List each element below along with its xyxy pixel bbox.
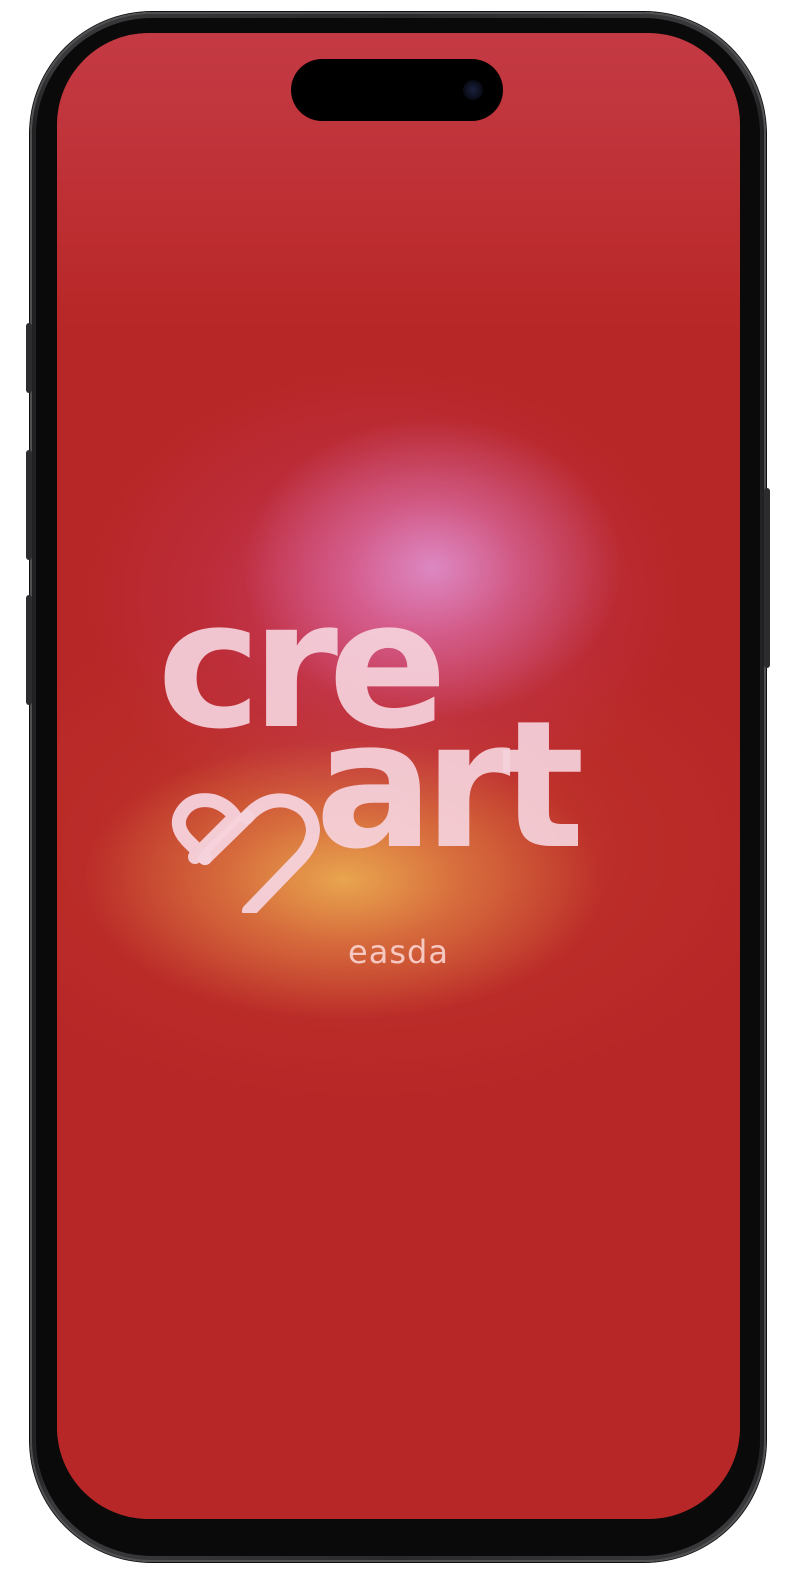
splash-screen: cre art easda	[57, 33, 740, 1519]
volume-up-button	[26, 450, 32, 560]
action-button	[26, 323, 32, 393]
front-camera-icon	[463, 80, 483, 100]
volume-down-button	[26, 595, 32, 705]
dynamic-island	[291, 59, 503, 121]
logo-text-line2: art	[315, 683, 585, 888]
power-button	[764, 488, 770, 668]
tagline: easda	[348, 933, 449, 971]
app-logo: cre art	[157, 578, 647, 913]
heart-outline-icon	[171, 793, 320, 913]
